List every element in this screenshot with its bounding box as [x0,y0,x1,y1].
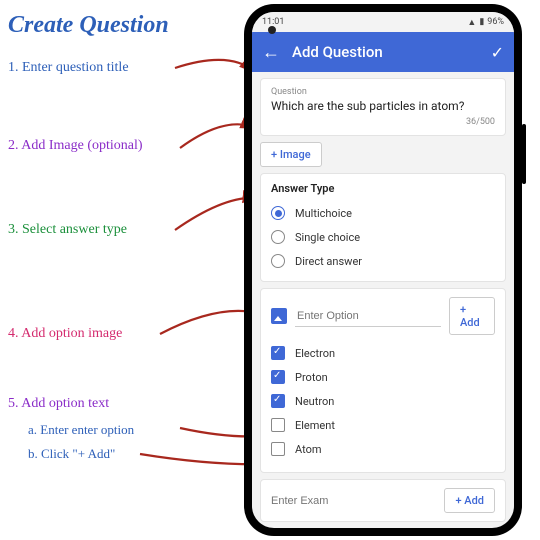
wifi-icon: ▲ [467,17,476,28]
step-1: 1. Enter question title [8,60,129,76]
confirm-icon[interactable]: ✓ [491,43,504,62]
add-option-button[interactable]: + Add [449,297,495,335]
option-label: Electron [295,347,335,360]
question-label: Question [271,87,495,97]
option-element[interactable]: Element [271,413,495,437]
signal-icon: ▮ [479,17,484,27]
question-card: Question Which are the sub particles in … [260,78,506,136]
checkbox-icon [271,394,285,408]
add-image-button[interactable]: + Image [260,142,322,167]
status-bar: 11:01 ▲ ▮ 96% [252,12,514,32]
appbar-title: Add Question [292,43,383,61]
radio-multichoice[interactable]: Multichoice [271,201,495,225]
phone-screen: 11:01 ▲ ▮ 96% ← Add Question ✓ Question … [252,12,514,528]
step-3: 3. Select answer type [8,222,127,238]
option-proton[interactable]: Proton [271,365,495,389]
step-4: 4. Add option image [8,326,122,342]
radio-icon [271,254,285,268]
step-5: 5. Add option text [8,396,109,412]
radio-direct-answer[interactable]: Direct answer [271,249,495,273]
option-image-icon[interactable] [271,308,287,324]
step-2: 2. Add Image (optional) [8,138,143,154]
radio-label: Single choice [295,231,360,244]
step-5b: b. Click "+ Add" [28,446,115,462]
option-label: Atom [295,443,322,456]
char-counter: 36/500 [271,117,495,127]
step-5a: a. Enter enter option [28,422,134,438]
radio-icon [271,206,285,220]
radio-label: Multichoice [295,207,352,220]
exam-input[interactable] [271,495,436,507]
option-label: Element [295,419,335,432]
radio-single-choice[interactable]: Single choice [271,225,495,249]
option-atom[interactable]: Atom [271,437,495,461]
add-exam-button[interactable]: + Add [444,488,495,513]
checkbox-icon [271,418,285,432]
radio-icon [271,230,285,244]
option-electron[interactable]: Electron [271,341,495,365]
battery-text: 96% [487,17,504,27]
checkbox-icon [271,370,285,384]
answer-type-heading: Answer Type [271,182,495,195]
phone-frame: 11:01 ▲ ▮ 96% ← Add Question ✓ Question … [244,4,522,536]
back-icon[interactable]: ← [262,42,280,63]
options-card: + Add Electron Proton Neutron Eleme [260,288,506,473]
option-label: Proton [295,371,328,384]
answer-type-card: Answer Type Multichoice Single choice Di… [260,173,506,282]
checkbox-icon [271,442,285,456]
option-neutron[interactable]: Neutron [271,389,495,413]
radio-label: Direct answer [295,255,362,268]
instructions-title: Create Question [8,12,169,39]
checkbox-icon [271,346,285,360]
option-label: Neutron [295,395,334,408]
app-bar: ← Add Question ✓ [252,32,514,72]
exam-card: + Add [260,479,506,522]
camera-cutout [268,26,276,34]
option-text-input[interactable] [295,306,441,327]
question-title-input[interactable]: Which are the sub particles in atom? [271,97,495,117]
